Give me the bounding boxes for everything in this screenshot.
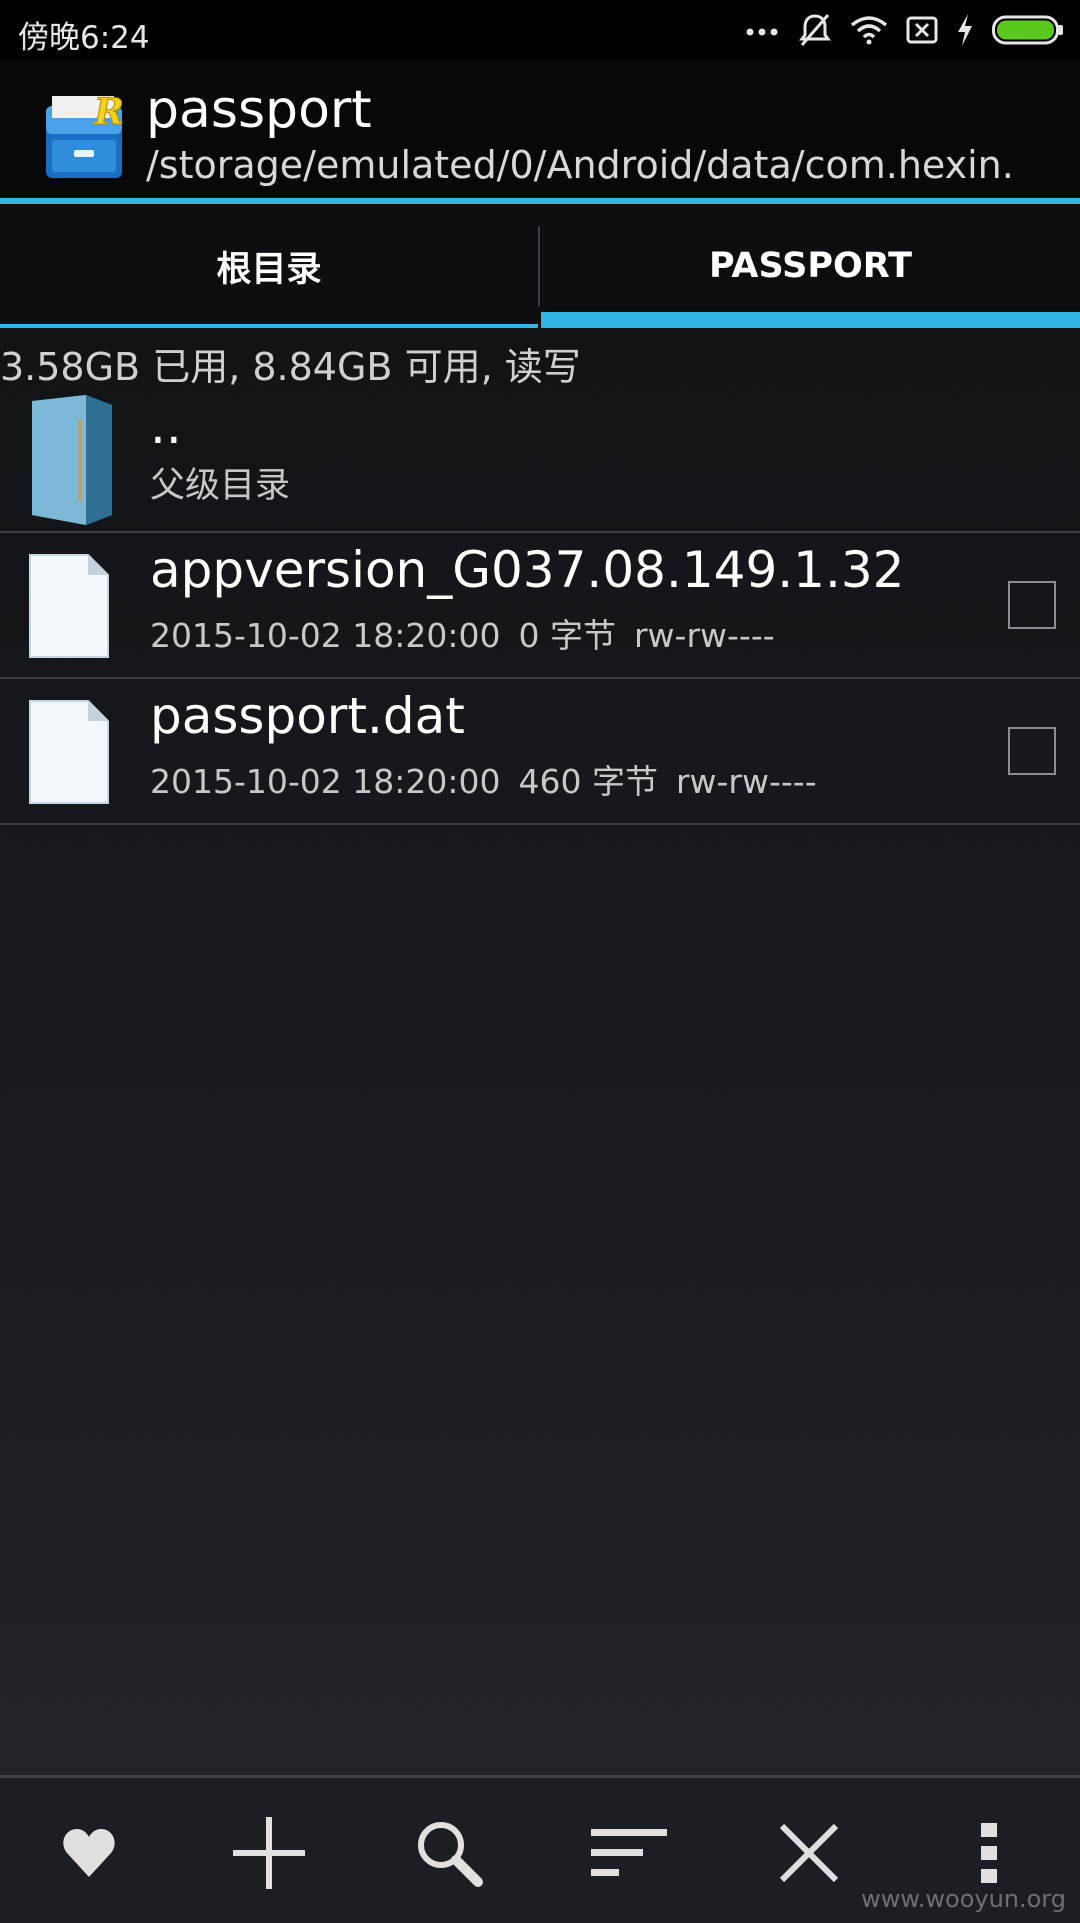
folder-icon xyxy=(32,395,112,525)
file-icon xyxy=(29,700,109,804)
app-header: R passport /storage/emulated/0/Android/d… xyxy=(0,60,1080,204)
search-button[interactable] xyxy=(404,1808,494,1898)
file-permissions: rw-rw---- xyxy=(675,762,817,801)
file-date: 2015-10-02 18:20:00 xyxy=(150,762,501,801)
charging-icon xyxy=(958,14,972,46)
file-date: 2015-10-02 18:20:00 xyxy=(150,616,501,655)
add-button[interactable] xyxy=(224,1808,314,1898)
add-icon xyxy=(233,1817,305,1889)
storage-info: 3.58GB 已用, 8.84GB 可用, 读写 xyxy=(0,345,581,389)
tab-passport[interactable]: PASSPORT xyxy=(541,204,1080,328)
file-name: appversion_G037.08.149.1.32 xyxy=(150,541,905,599)
mute-icon xyxy=(799,14,831,46)
tab-underline xyxy=(0,324,538,328)
file-checkbox[interactable] xyxy=(1008,727,1056,775)
sim-off-icon xyxy=(906,16,938,44)
file-list: .. 父级目录 appversion_G037.08.149.1.32 2015… xyxy=(0,385,1080,825)
parent-directory-row[interactable]: .. 父级目录 xyxy=(0,385,1080,533)
file-icon xyxy=(29,554,109,658)
status-time: 傍晚6:24 xyxy=(18,20,150,56)
parent-directory-label: 父级目录 xyxy=(150,466,291,506)
file-row[interactable]: appversion_G037.08.149.1.32 2015-10-02 1… xyxy=(0,533,1080,679)
favorite-button[interactable] xyxy=(44,1808,134,1898)
tab-selected-indicator xyxy=(541,312,1080,328)
sort-button[interactable] xyxy=(584,1808,674,1898)
status-icons xyxy=(744,10,1064,50)
parent-directory-name: .. xyxy=(150,397,182,455)
svg-text:R: R xyxy=(93,91,124,133)
tab-root-directory[interactable]: 根目录 xyxy=(0,204,538,328)
file-size: 460 字节 xyxy=(518,762,658,801)
file-explorer-logo-icon: R xyxy=(46,91,124,178)
watermark: www.wooyun.org xyxy=(861,1885,1066,1913)
tab-divider xyxy=(538,226,540,306)
close-icon xyxy=(779,1823,839,1883)
search-icon xyxy=(418,1822,483,1887)
more-dots-icon xyxy=(746,28,778,36)
bottom-action-bar: www.wooyun.org xyxy=(0,1775,1080,1923)
file-permissions: rw-rw---- xyxy=(633,616,775,655)
wifi-icon xyxy=(850,16,888,45)
sort-icon xyxy=(591,1829,667,1876)
file-meta: 2015-10-02 18:20:00 0 字节 rw-rw---- xyxy=(150,609,793,657)
file-name: passport.dat xyxy=(150,687,465,745)
file-checkbox[interactable] xyxy=(1008,581,1056,629)
file-meta: 2015-10-02 18:20:00 460 字节 rw-rw---- xyxy=(150,755,835,803)
close-button[interactable] xyxy=(764,1808,854,1898)
favorite-icon xyxy=(63,1829,115,1877)
folder-path: /storage/emulated/0/Android/data/com.hex… xyxy=(146,143,1014,187)
file-size: 0 字节 xyxy=(518,616,616,655)
folder-title: passport xyxy=(146,80,372,140)
status-bar: 傍晚6:24 xyxy=(0,0,1080,60)
overflow-menu-icon xyxy=(981,1823,997,1883)
battery-icon xyxy=(992,15,1063,45)
tab-bar: 根目录 PASSPORT xyxy=(0,204,1080,328)
file-row[interactable]: passport.dat 2015-10-02 18:20:00 460 字节 rw… xyxy=(0,679,1080,825)
